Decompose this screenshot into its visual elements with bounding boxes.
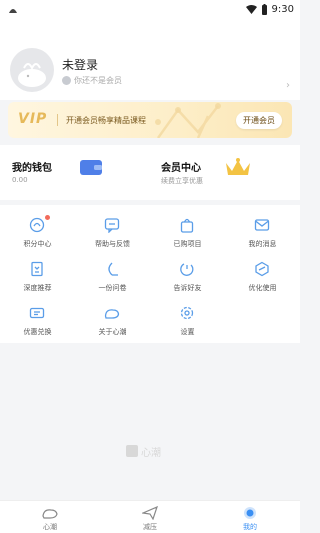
clock: 9:30 — [271, 3, 294, 15]
membership-status-text: 你还不是会员 — [74, 76, 122, 85]
optimize-icon — [255, 261, 269, 277]
share-icon — [180, 263, 194, 276]
tab-mine[interactable]: 我的 — [200, 501, 300, 533]
watermark-text: 心潮 — [141, 447, 161, 459]
vip-divider — [57, 114, 58, 126]
member-center-subtitle: 续费立享优惠 — [161, 177, 203, 185]
grid-item-label: 优化使用 — [248, 284, 277, 292]
shopping-bag-icon — [180, 218, 194, 233]
grid-item-messages[interactable]: 我的消息 — [225, 211, 300, 251]
grid-item-settings[interactable]: 设置 — [150, 299, 225, 339]
grid-item-survey[interactable]: 一份问卷 — [75, 255, 150, 295]
paper-plane-icon — [142, 506, 158, 520]
grid-item-label: 深度推荐 — [23, 284, 52, 292]
membership-status: 你还不是会员 — [62, 75, 122, 86]
battery-icon — [261, 3, 267, 15]
grid-item-help-feedback[interactable]: 帮助与反馈 — [75, 211, 150, 251]
app-notification-icon — [9, 9, 17, 13]
wallet-card[interactable]: 我的钱包 0.00 — [0, 145, 150, 200]
tab-label: 减压 — [143, 523, 157, 531]
survey-icon — [108, 262, 118, 276]
wallet-balance: 0.00 — [12, 176, 28, 184]
member-center-card[interactable]: 会员中心 续费立享优惠 — [150, 145, 300, 200]
grid-item-label: 一份问卷 — [98, 284, 127, 292]
notification-dot — [45, 215, 50, 220]
profile-name: 未登录 — [62, 58, 99, 72]
crown-icon — [226, 158, 250, 175]
tab-label: 心潮 — [43, 523, 57, 531]
grid-item-about[interactable]: 关于心潮 — [75, 299, 150, 339]
tab-xinchao[interactable]: 心潮 — [0, 501, 100, 533]
vip-logo: VIP — [18, 111, 48, 127]
mail-icon — [254, 219, 270, 231]
profile-header[interactable]: 未登录 你还不是会员 › — [0, 18, 300, 100]
app-watermark: 心潮 — [126, 440, 176, 462]
status-right: 9:30 — [245, 2, 294, 16]
vip-banner[interactable]: VIP 开通会员畅享精品课程 开通会员 — [8, 102, 292, 138]
tab-label: 我的 — [243, 523, 257, 531]
about-icon — [104, 309, 120, 319]
wallet-icon — [80, 160, 102, 175]
app-logo-icon — [126, 445, 138, 457]
avatar[interactable] — [10, 48, 54, 92]
open-membership-button[interactable]: 开通会员 — [236, 112, 282, 129]
whale-tab-icon — [42, 509, 58, 519]
wallet-title: 我的钱包 — [12, 163, 52, 174]
grid-item-label: 优惠兑换 — [23, 328, 52, 336]
member-badge-icon — [62, 76, 71, 85]
coupon-icon — [29, 307, 45, 319]
points-icon — [29, 217, 45, 233]
grid-item-label: 我的消息 — [248, 240, 277, 248]
wifi-icon — [245, 4, 257, 14]
grid-item-label: 关于心潮 — [98, 328, 127, 336]
member-center-title: 会员中心 — [161, 163, 201, 174]
whale-avatar-icon — [18, 63, 46, 87]
settings-icon — [180, 306, 194, 320]
grid-item-points-center[interactable]: 积分中心 — [0, 211, 75, 251]
bottom-tab-bar: 心潮 减压 我的 — [0, 500, 300, 533]
wallet-member-row: 我的钱包 0.00 会员中心 续费立享优惠 — [0, 145, 300, 200]
profile-tab-icon — [244, 507, 256, 519]
grid-item-purchased[interactable]: 已购项目 — [150, 211, 225, 251]
grid-item-recommend[interactable]: 深度推荐 — [0, 255, 75, 295]
grid-item-tell-friends[interactable]: 告诉好友 — [150, 255, 225, 295]
status-bar: 9:30 — [0, 0, 300, 18]
grid-item-label: 积分中心 — [23, 240, 52, 248]
chevron-right-icon: › — [286, 80, 290, 91]
grid-item-label: 已购项目 — [173, 240, 202, 248]
bookmark-icon — [31, 261, 43, 277]
vip-promo-text: 开通会员畅享精品课程 — [66, 116, 146, 125]
grid-item-optimize[interactable]: 优化使用 — [225, 255, 300, 295]
function-grid: 积分中心 帮助与反馈 已购项目 我的消息 深度推荐 一份问卷 告诉好友 优化使用… — [0, 205, 300, 343]
grid-item-label: 设置 — [180, 328, 195, 336]
grid-item-coupon[interactable]: 优惠兑换 — [0, 299, 75, 339]
tab-relax[interactable]: 减压 — [100, 501, 200, 533]
grid-item-label: 告诉好友 — [173, 284, 202, 292]
grid-item-label: 帮助与反馈 — [95, 240, 130, 248]
feedback-icon — [104, 218, 120, 233]
